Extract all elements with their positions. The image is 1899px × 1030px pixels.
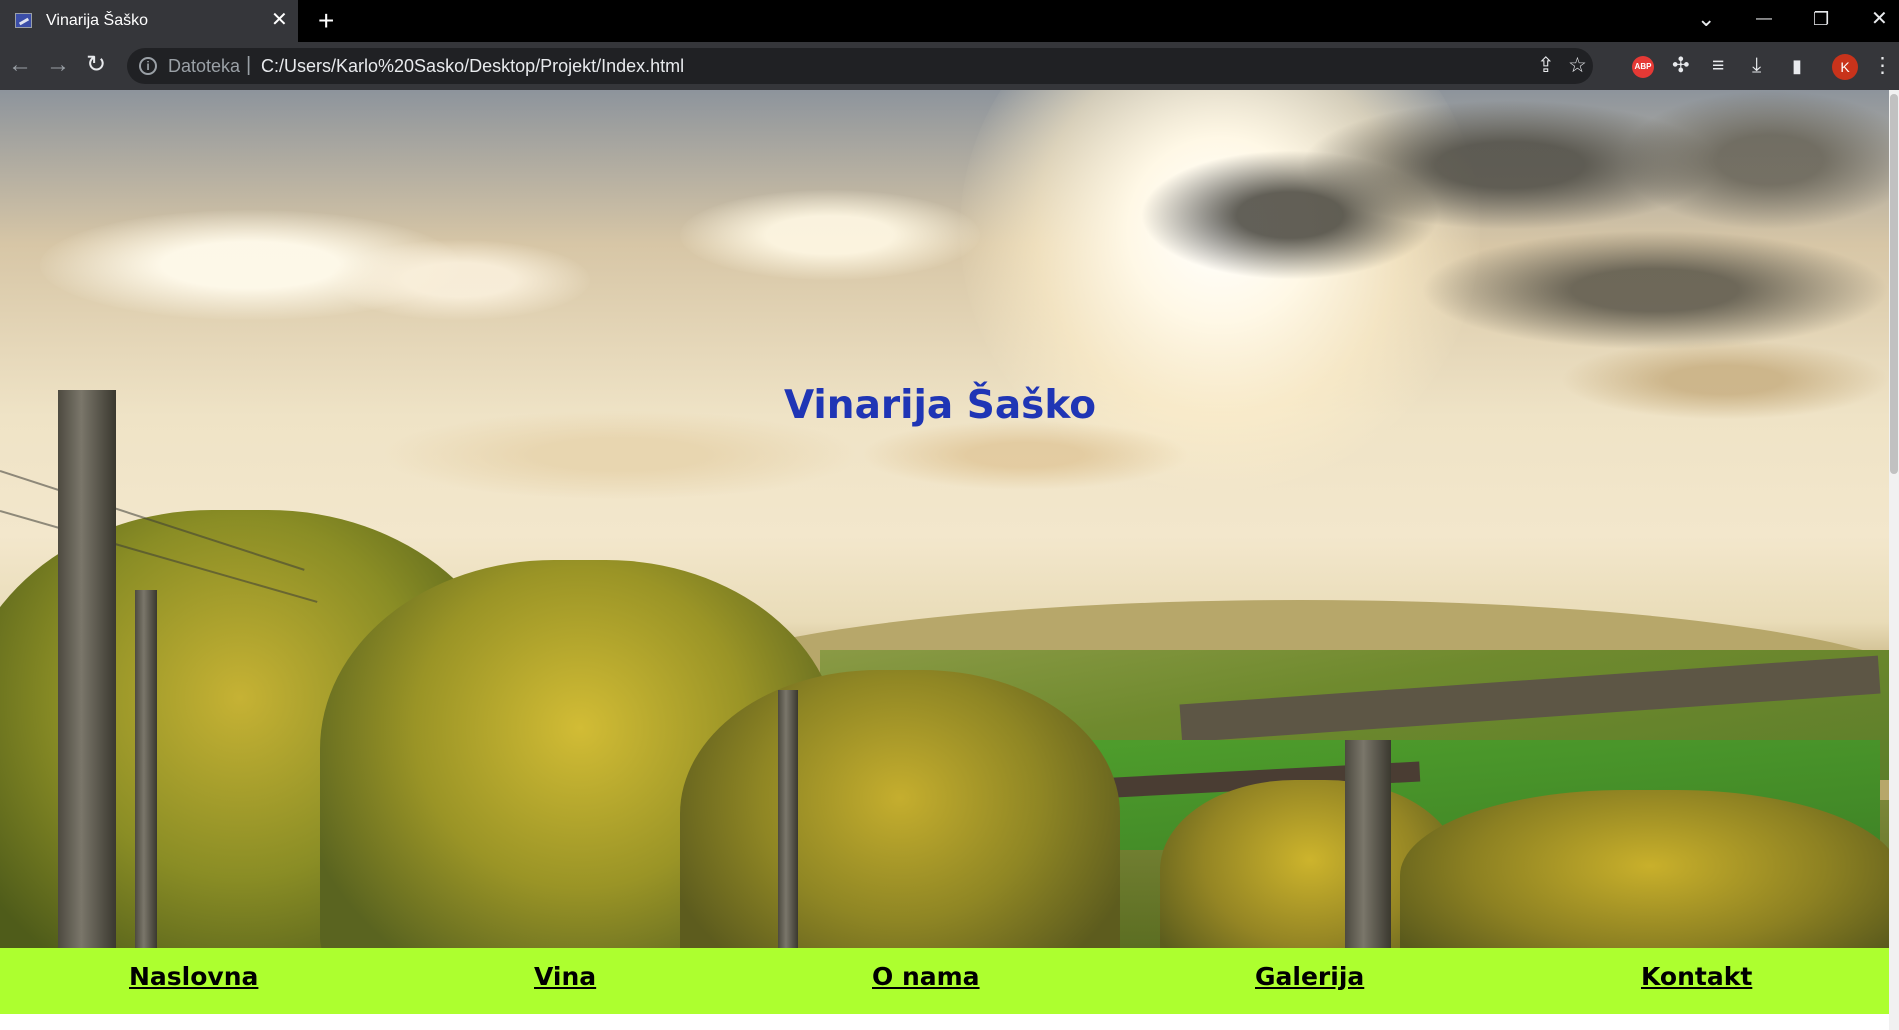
minimize-icon[interactable]: — [1756, 6, 1772, 32]
site-info-icon[interactable]: i [139, 57, 157, 75]
url-separator: | [246, 54, 252, 76]
side-panel-icon[interactable]: ▮ [1792, 54, 1802, 78]
nav-link-naslovna[interactable]: Naslovna [129, 962, 258, 991]
nav-link-galerija[interactable]: Galerija [1255, 962, 1364, 991]
window-close-icon[interactable]: ✕ [1871, 6, 1888, 32]
reload-icon[interactable]: ↻ [86, 51, 106, 79]
page-scrollbar[interactable] [1889, 90, 1899, 1030]
back-icon[interactable]: ← [8, 51, 32, 79]
tab-close-icon[interactable]: ✕ [271, 9, 288, 31]
cloud [680, 190, 980, 280]
browser-toolbar: ← → ↻ i Datoteka | C:/Users/Karlo%20Sask… [0, 42, 1899, 90]
url-scheme-label: Datoteka [168, 56, 241, 76]
vineyard-post [778, 690, 798, 948]
favicon-icon [15, 13, 32, 28]
browser-menu-icon[interactable]: ⋮ [1872, 54, 1893, 78]
hero-title: Vinarija Šaško [783, 383, 1097, 428]
nav-link-o-nama[interactable]: O nama [872, 962, 980, 991]
new-tab-button[interactable]: + [318, 6, 334, 36]
download-icon[interactable]: ⤓ [1752, 54, 1761, 78]
share-icon[interactable]: ⇪ [1537, 54, 1555, 78]
adblock-extension-icon[interactable]: ABP [1632, 56, 1654, 78]
extensions-puzzle-icon[interactable]: ✣ [1672, 54, 1690, 78]
tab-strip: Vinarija Šaško ✕ + ⌄ — ❐ ✕ [0, 0, 1899, 42]
nav-link-kontakt[interactable]: Kontakt [1641, 962, 1752, 991]
vineyard-post [58, 390, 116, 948]
cloud [860, 420, 1190, 490]
restore-icon[interactable]: ❐ [1813, 6, 1829, 32]
vineyard-post [1345, 740, 1391, 948]
forward-icon[interactable]: → [46, 51, 70, 79]
vineyard-post [135, 590, 157, 948]
tab-search-icon[interactable]: ⌄ [1697, 6, 1715, 32]
cloud [1420, 230, 1889, 350]
browser-tab[interactable]: Vinarija Šaško ✕ [0, 0, 298, 42]
hero-banner: Vinarija Šaško [0, 90, 1889, 948]
url-text[interactable]: C:/Users/Karlo%20Sasko/Desktop/Projekt/I… [261, 56, 684, 77]
vine-foliage [680, 670, 1120, 948]
page-viewport: Vinarija Šaško Naslovna Vina O nama Gale… [0, 90, 1899, 1030]
main-nav: Naslovna Vina O nama Galerija Kontakt [0, 948, 1889, 1014]
profile-avatar[interactable]: K [1832, 54, 1858, 80]
nav-link-vina[interactable]: Vina [534, 962, 596, 991]
tab-title: Vinarija Šaško [46, 12, 148, 29]
scrollbar-thumb[interactable] [1890, 94, 1898, 474]
bookmark-star-icon[interactable]: ☆ [1568, 54, 1587, 78]
reading-list-icon[interactable]: ≡ [1712, 54, 1724, 78]
vine-foliage [1400, 790, 1889, 948]
address-bar[interactable]: i Datoteka | C:/Users/Karlo%20Sasko/Desk… [127, 48, 1593, 84]
cloud [330, 240, 590, 320]
